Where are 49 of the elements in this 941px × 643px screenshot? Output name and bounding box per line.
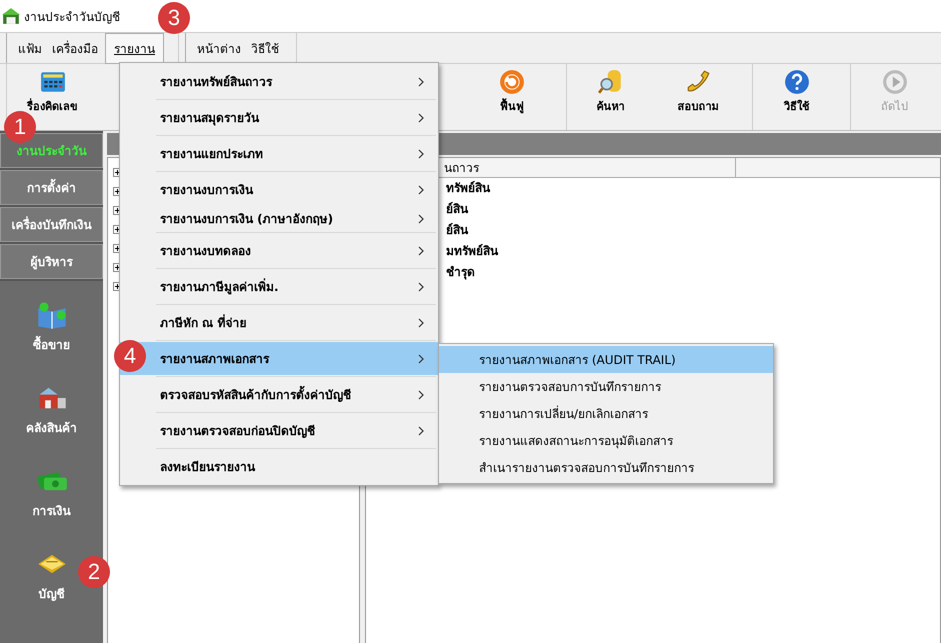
module-button[interactable]: คลังสินค้า: [26, 384, 77, 437]
chevron-icon: [418, 390, 424, 400]
refresh-icon: [499, 69, 525, 95]
menu-item[interactable]: ตรวจสอบรหัสสินค้ากับการตั้งค่าบัญชี: [120, 378, 438, 411]
module-button[interactable]: บัญชี: [36, 550, 68, 603]
menu-item[interactable]: รายงานตรวจสอบก่อนปิดบัญชี: [120, 414, 438, 447]
menu-item[interactable]: รายงานสภาพเอกสาร (AUDIT TRAIL): [439, 346, 773, 373]
menu-item[interactable]: รายงาน: [105, 32, 164, 64]
menu-item[interactable]: หน้าต่าง: [194, 34, 244, 62]
menu-item[interactable]: เครื่องมือ: [49, 34, 101, 62]
toolbar-button[interactable]: วิธีใช้: [752, 64, 840, 130]
chevron-icon: [418, 354, 424, 364]
module-button[interactable]: การเงิน: [32, 467, 70, 520]
menu-item[interactable]: ลงทะเบียนรายงาน: [120, 450, 438, 483]
menu-item[interactable]: แฟ้ม: [15, 34, 45, 62]
window-title: งานประจำวันบัญชี: [24, 8, 120, 26]
sidebar-tab[interactable]: ผู้บริหาร: [0, 244, 103, 279]
toolbar-button[interactable]: สอบถาม: [654, 64, 742, 130]
chevron-icon: [418, 184, 424, 194]
module-button[interactable]: ซื้อขาย: [33, 301, 70, 354]
chevron-icon: [418, 246, 424, 256]
toolbar-button[interactable]: ฟื้นฟู: [468, 64, 556, 130]
chevron-icon: [418, 76, 424, 86]
book-icon: [36, 301, 68, 329]
menu-item[interactable]: รายงานแสดงสถานะการอนุมัติเอกสาร: [439, 427, 773, 454]
chevron-icon: [418, 282, 424, 292]
menu-item[interactable]: วิธีใช้: [248, 34, 282, 62]
menu-item[interactable]: รายงานทรัพย์สินถาวร: [120, 65, 438, 98]
search-icon: [598, 69, 624, 95]
sidebar-tab[interactable]: งานประจำวัน: [0, 133, 103, 168]
step-badge: 3: [158, 2, 190, 34]
menu-item[interactable]: รายงานภาษีมูลค่าเพิ่ม.: [120, 270, 438, 303]
chevron-icon: [418, 148, 424, 158]
menu-item[interactable]: ภาษีหัก ณ ที่จ่าย: [120, 306, 438, 339]
menu-item[interactable]: รายงานการเปลี่ยน/ยกเลิกเอกสาร: [439, 400, 773, 427]
menu-item[interactable]: รายงานตรวจสอบการบันทึกรายการ: [439, 373, 773, 400]
sidebar-tab[interactable]: การตั้งค่า: [0, 170, 103, 205]
help-icon: [784, 69, 810, 95]
chevron-icon: [418, 214, 424, 224]
menu-item[interactable]: สำเนารายงานตรวจสอบการบันทึกรายการ: [439, 454, 773, 481]
menu-item[interactable]: รายงานสมุดรายวัน: [120, 101, 438, 134]
sidebar-tab[interactable]: เครื่องบันทึกเงิน: [0, 207, 103, 242]
menu-item[interactable]: รายงานงบการเงิน (ภาษาอังกฤษ): [120, 206, 438, 231]
chevron-icon: [418, 112, 424, 122]
toolbar-button[interactable]: ค้นหา: [566, 64, 654, 130]
chevron-icon: [418, 426, 424, 436]
menu-item[interactable]: รายงานงบทดลอง: [120, 234, 438, 267]
play-icon: [882, 69, 908, 95]
chevron-icon: [418, 318, 424, 328]
